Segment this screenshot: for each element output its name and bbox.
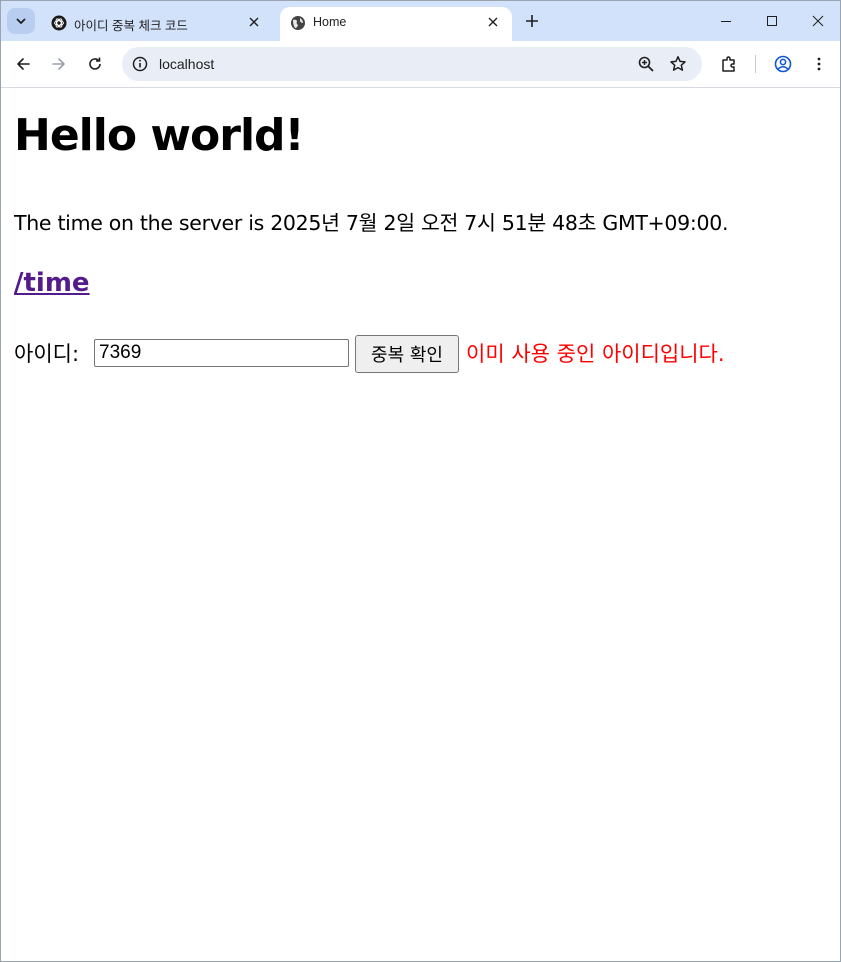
bookmark-star-icon[interactable] [669,55,687,73]
duplicate-check-button[interactable]: 중복 확인 [355,335,459,373]
server-time-text: The time on the server is 2025년 7월 2일 오전… [14,211,729,235]
duplicate-result-message: 이미 사용 중인 아이디입니다. [466,342,725,366]
puzzle-icon [722,56,735,72]
plus-icon [526,15,538,27]
minimize-button[interactable] [703,5,749,37]
site-info-icon[interactable] [131,55,149,73]
close-tab-icon[interactable] [245,13,263,31]
back-button[interactable] [9,50,37,78]
kebab-menu-icon [817,57,821,71]
browser-toolbar: localhost [1,41,840,88]
reload-button[interactable] [81,50,109,78]
extensions-button[interactable] [715,50,743,78]
close-tab-icon[interactable] [484,13,502,31]
new-tab-button[interactable] [520,9,544,33]
address-bar[interactable]: localhost [122,47,702,81]
globe-icon [290,15,306,31]
page-viewport: Hello world! The time on the server is 2… [1,88,840,961]
toolbar-divider [755,55,756,73]
reload-icon [89,57,101,70]
time-link[interactable]: /time [14,268,90,298]
close-window-button[interactable] [795,5,840,37]
arrow-left-icon [17,58,30,70]
zoom-icon[interactable] [637,55,655,73]
maximize-icon [767,16,777,26]
tab-title: Home [313,15,347,29]
forward-button[interactable] [45,50,73,78]
chevron-down-icon [15,12,27,31]
maximize-button[interactable] [749,5,795,37]
tab-search-button[interactable] [7,8,35,34]
page-heading: Hello world! [14,110,305,161]
id-label: 아이디: [14,342,80,366]
minimize-icon [721,21,731,22]
tab-title: 아이디 중복 체크 코드 [74,19,188,33]
browser-window: 아이디 중복 체크 코드 Home localhost Hello world!… [0,0,841,962]
close-icon [812,15,824,27]
arrow-right-icon [52,58,65,70]
profile-avatar-icon [774,55,792,73]
menu-button[interactable] [805,50,833,78]
id-input[interactable] [94,339,349,367]
url-text[interactable]: localhost [159,56,214,72]
tab-home[interactable]: Home [280,7,512,41]
tab-id-duplicate-check[interactable]: 아이디 중복 체크 코드 [41,7,273,41]
profile-button[interactable] [769,50,797,78]
chatgpt-logo-icon [51,15,67,31]
tab-strip: 아이디 중복 체크 코드 Home [1,1,840,41]
